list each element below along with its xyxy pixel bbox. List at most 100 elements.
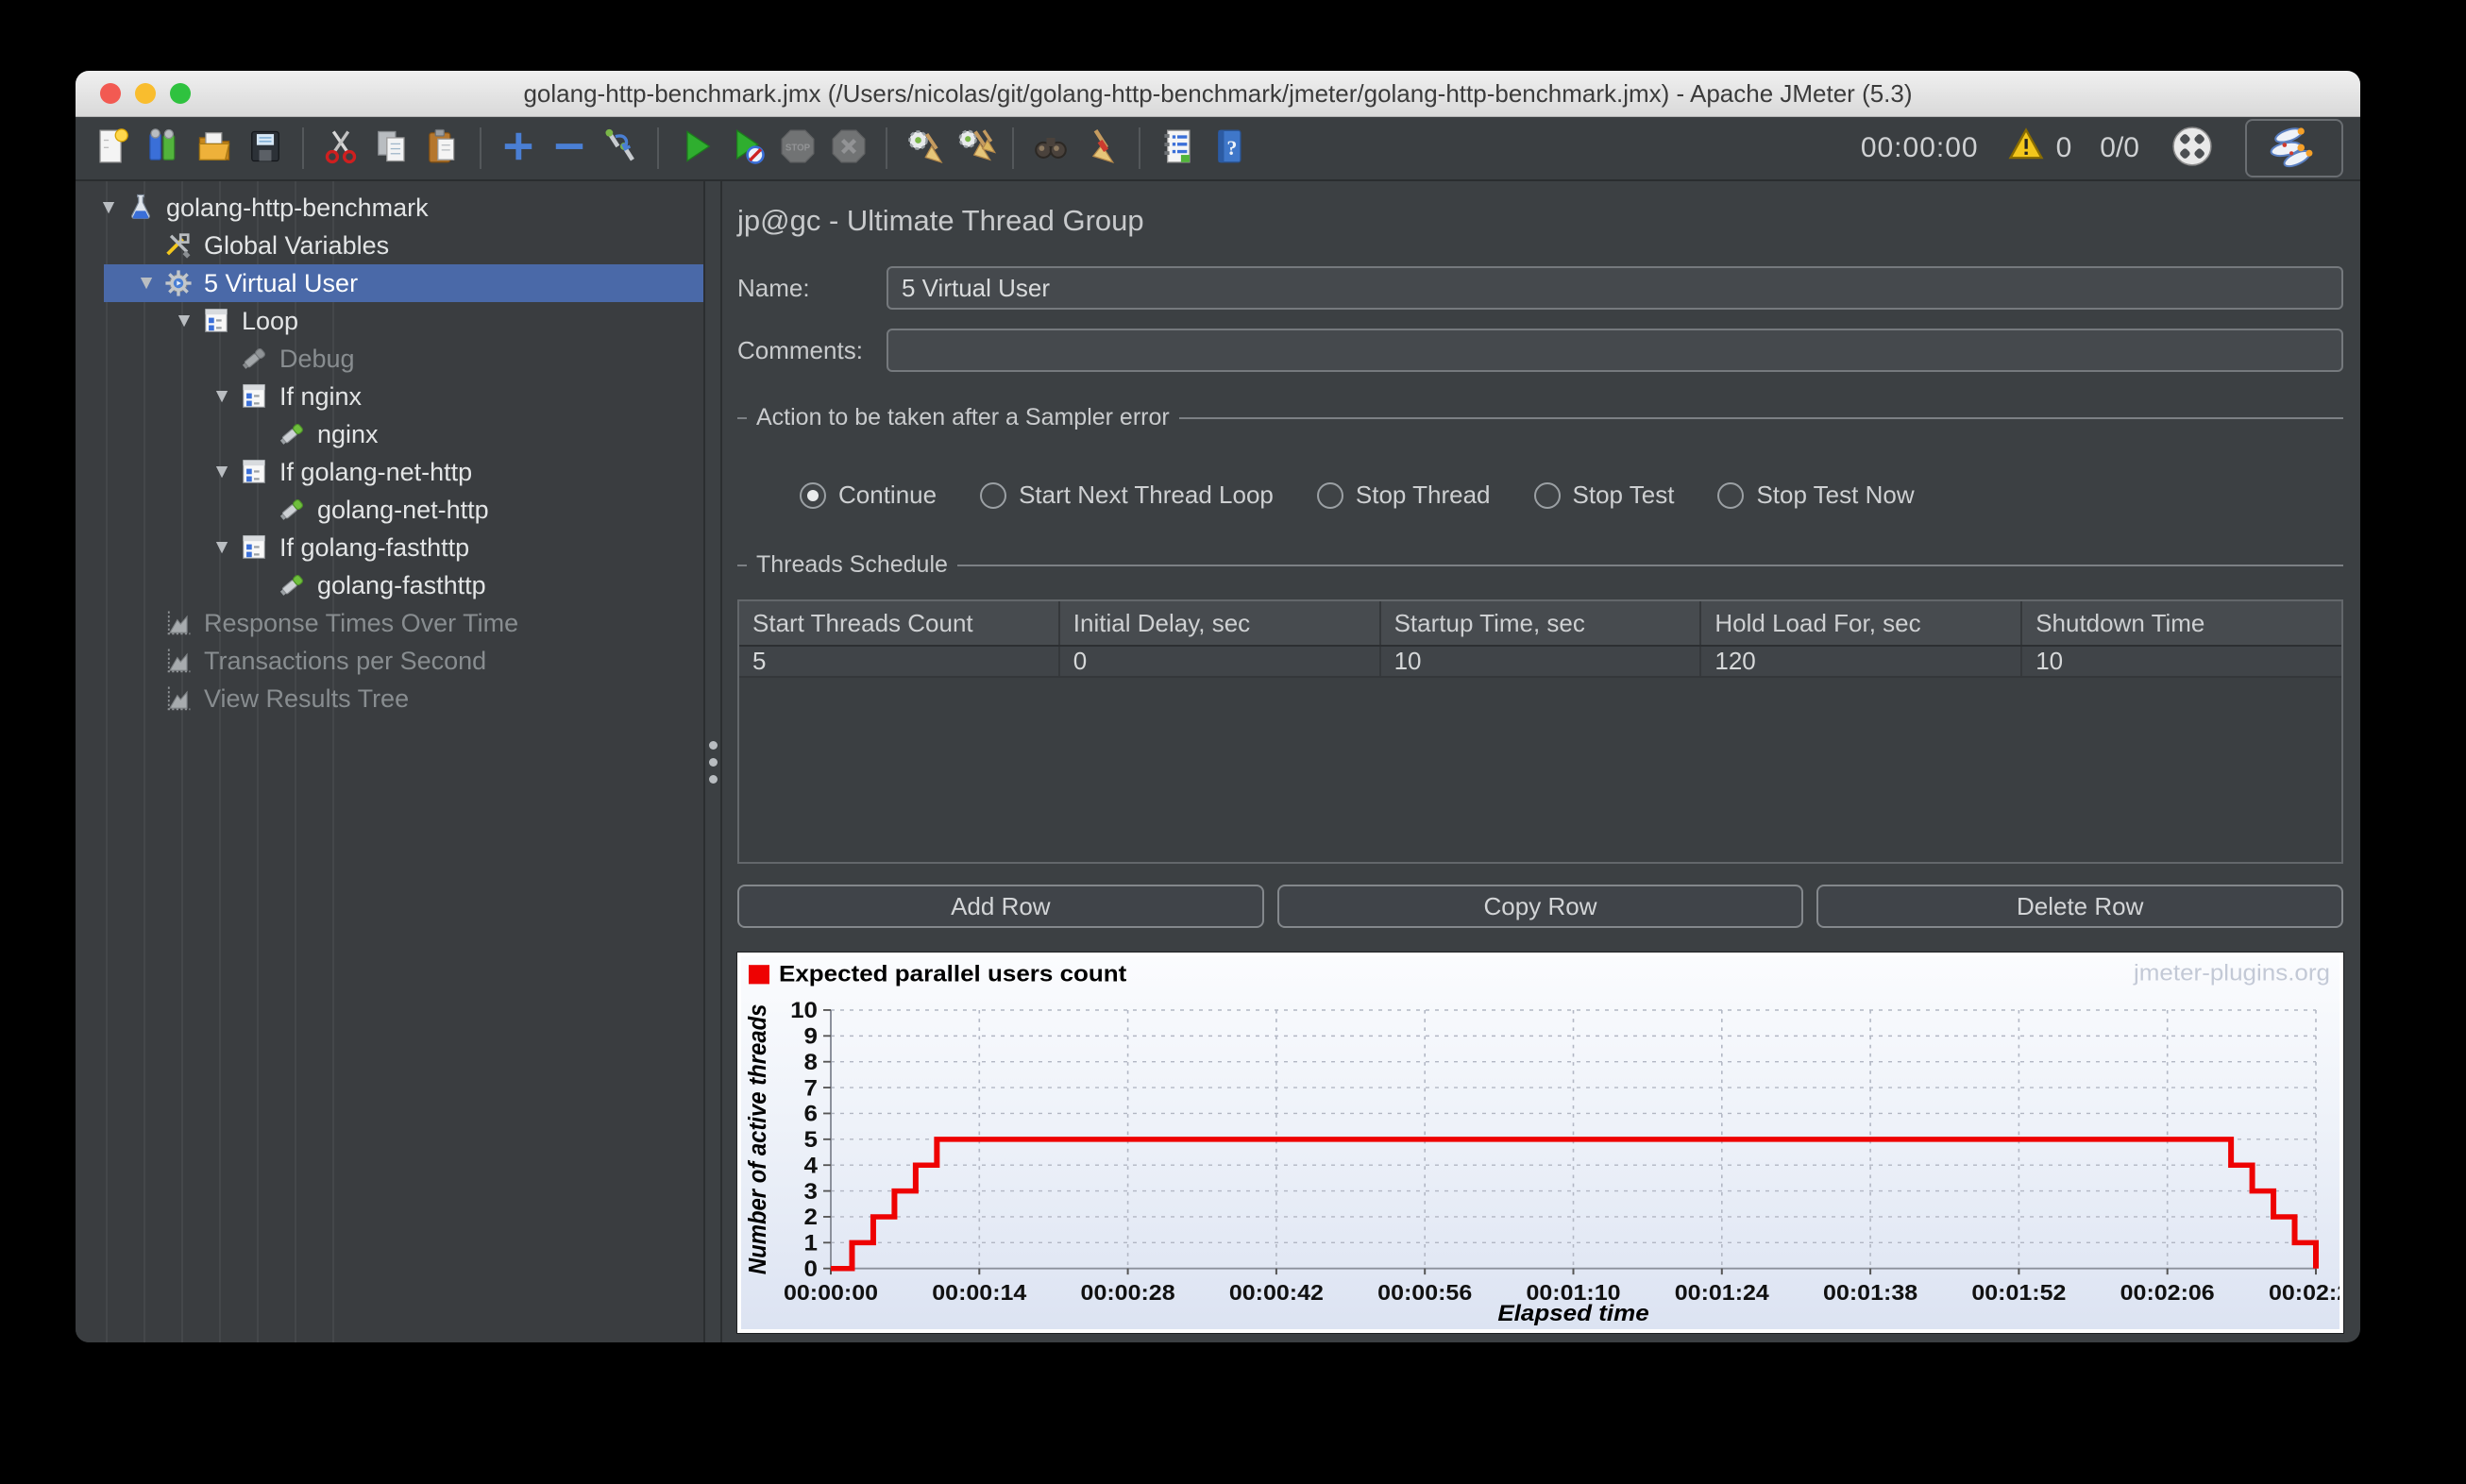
- controller-icon: [238, 531, 270, 564]
- templates-button[interactable]: [140, 124, 187, 173]
- close-window-button[interactable]: [100, 83, 121, 104]
- help-button[interactable]: ?: [1205, 124, 1252, 173]
- tree-item-5-virtual-user[interactable]: ▼ 5 Virtual User: [76, 264, 703, 302]
- tree-item-transactions-per-second[interactable]: Transactions per Second: [76, 642, 703, 680]
- panel-splitter[interactable]: [705, 181, 722, 1342]
- expand-arrow-icon[interactable]: ▼: [130, 272, 162, 295]
- svg-text:00:00:28: 00:00:28: [1081, 1281, 1175, 1306]
- expand-arrow-icon[interactable]: ▼: [168, 310, 200, 332]
- schedule-cell[interactable]: 120: [1701, 647, 2023, 676]
- tree-item-response-times-over-time[interactable]: Response Times Over Time: [76, 604, 703, 642]
- expand-arrow-icon[interactable]: ▼: [206, 385, 238, 408]
- toolbar: STOP? 00:00:00 0 0/0: [76, 117, 2360, 181]
- add-button[interactable]: [495, 124, 542, 173]
- schedule-cell[interactable]: 10: [1381, 647, 1702, 676]
- tree-item-global-variables[interactable]: Global Variables: [76, 227, 703, 264]
- column-header-shutdown-time[interactable]: Shutdown Time: [2022, 601, 2341, 645]
- arguments-icon: [162, 229, 194, 261]
- shutdown-button: [825, 124, 872, 173]
- open-file-icon: [194, 126, 235, 172]
- cut-button[interactable]: [317, 124, 364, 173]
- fullscreen-window-button[interactable]: [170, 83, 191, 104]
- new-file-button[interactable]: [89, 124, 136, 173]
- schedule-cell[interactable]: 10: [2022, 647, 2341, 676]
- svg-text:3: 3: [804, 1179, 818, 1205]
- name-input[interactable]: [887, 266, 2343, 310]
- svg-text:8: 8: [804, 1050, 819, 1075]
- radio-continue[interactable]: Continue: [800, 481, 937, 510]
- copy-icon: [371, 126, 413, 172]
- stop-button: STOP: [774, 124, 821, 173]
- svg-text:Expected parallel users count: Expected parallel users count: [779, 962, 1126, 987]
- add-row-button[interactable]: Add Row: [737, 885, 1264, 928]
- plugins-rockets-icon: [2267, 123, 2322, 175]
- copy-row-button[interactable]: Copy Row: [1276, 885, 1804, 928]
- tree-item-if-golang-net-http[interactable]: ▼ If golang-net-http: [76, 453, 703, 491]
- schedule-row[interactable]: 5 0 10 120 10: [739, 647, 2341, 678]
- delete-row-button[interactable]: Delete Row: [1816, 885, 2344, 928]
- tree-item-view-results-tree[interactable]: View Results Tree: [76, 680, 703, 717]
- column-header-hold-load-for-sec[interactable]: Hold Load For, sec: [1701, 601, 2023, 645]
- schedule-rows: 5 0 10 120 10: [739, 647, 2341, 678]
- expand-arrow-icon[interactable]: ▼: [206, 461, 238, 483]
- tree-item-label: golang-net-http: [317, 495, 489, 524]
- tree-item-if-nginx[interactable]: ▼ If nginx: [76, 378, 703, 415]
- search-reset-button[interactable]: [1078, 124, 1125, 173]
- function-helper-icon: [1157, 126, 1198, 172]
- start-button[interactable]: [672, 124, 719, 173]
- start-no-timers-button[interactable]: [723, 124, 770, 173]
- comments-input[interactable]: [887, 329, 2343, 372]
- column-header-initial-delay-sec[interactable]: Initial Delay, sec: [1060, 601, 1381, 645]
- radio-stop-test-now[interactable]: Stop Test Now: [1717, 481, 1915, 510]
- controller-icon: [238, 456, 270, 488]
- remove-icon: [549, 126, 590, 172]
- clear-button[interactable]: [901, 124, 948, 173]
- log-warnings-indicator[interactable]: 0: [2007, 126, 2071, 170]
- radio-stop-thread[interactable]: Stop Thread: [1316, 481, 1491, 510]
- minimize-window-button[interactable]: [135, 83, 156, 104]
- tree-item-golang-net-http[interactable]: golang-net-http: [76, 491, 703, 529]
- open-file-button[interactable]: [191, 124, 238, 173]
- search-button[interactable]: [1027, 124, 1074, 173]
- svg-text:4: 4: [804, 1153, 819, 1178]
- column-header-startup-time-sec[interactable]: Startup Time, sec: [1381, 601, 1702, 645]
- copy-button[interactable]: [368, 124, 415, 173]
- remove-button[interactable]: [546, 124, 593, 173]
- start-no-timers-icon: [726, 126, 768, 172]
- schedule-empty-area: [739, 678, 2341, 862]
- schedule-cell[interactable]: 5: [739, 647, 1060, 676]
- radio-stop-test[interactable]: Stop Test: [1533, 481, 1674, 510]
- plugins-manager-button[interactable]: [2245, 119, 2343, 177]
- tree-item-debug[interactable]: Debug: [76, 340, 703, 378]
- sampler-icon: [276, 418, 308, 450]
- threads-schedule-label: Threads Schedule: [756, 551, 948, 578]
- tree-item-loop[interactable]: ▼ Loop: [76, 302, 703, 340]
- toolbar-separator: [480, 127, 481, 169]
- expand-arrow-icon[interactable]: ▼: [206, 536, 238, 559]
- clear-all-button[interactable]: [952, 124, 999, 173]
- svg-text:00:00:00: 00:00:00: [784, 1281, 878, 1306]
- warning-icon: [2007, 126, 2045, 170]
- remote-start-icon[interactable]: [2168, 122, 2217, 176]
- tree-item-if-golang-fasthttp[interactable]: ▼ If golang-fasthttp: [76, 529, 703, 566]
- stop-icon: STOP: [777, 126, 819, 172]
- tree-item-nginx[interactable]: nginx: [76, 415, 703, 453]
- tree-item-golang-fasthttp[interactable]: golang-fasthttp: [76, 566, 703, 604]
- titlebar[interactable]: golang-http-benchmark.jmx (/Users/nicola…: [76, 71, 2360, 117]
- radio-start-next-thread-loop[interactable]: Start Next Thread Loop: [980, 481, 1274, 510]
- paste-button[interactable]: [419, 124, 466, 173]
- function-helper-button[interactable]: [1154, 124, 1201, 173]
- tree-item-golang-http-benchmark[interactable]: ▼ golang-http-benchmark: [76, 189, 703, 227]
- svg-text:00:01:38: 00:01:38: [1823, 1281, 1917, 1306]
- schedule-cell[interactable]: 0: [1060, 647, 1381, 676]
- svg-text:2: 2: [804, 1205, 818, 1230]
- clear-icon: [904, 126, 945, 172]
- save-button[interactable]: [242, 124, 289, 173]
- clear-all-icon: [954, 126, 997, 172]
- expand-arrow-icon[interactable]: ▼: [93, 196, 125, 219]
- threads-schedule-table[interactable]: Start Threads Count Initial Delay, sec Sta…: [737, 599, 2343, 864]
- toolbar-icons: STOP?: [89, 124, 1252, 173]
- toggle-button[interactable]: [597, 124, 644, 173]
- svg-text:0: 0: [804, 1256, 818, 1282]
- column-header-start-threads-count[interactable]: Start Threads Count: [739, 601, 1060, 645]
